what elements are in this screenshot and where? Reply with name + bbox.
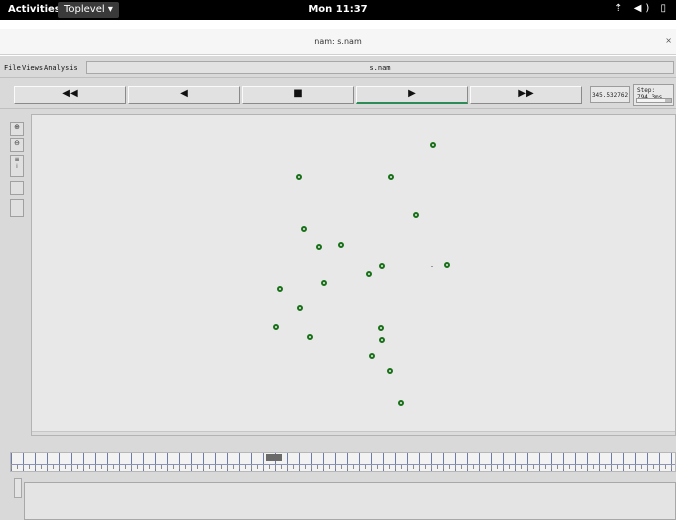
network-node[interactable] [277,286,283,292]
network-node[interactable] [338,242,344,248]
step-control[interactable]: Step: 794.3ms [633,84,674,106]
slider-thumb[interactable] [665,99,671,102]
network-node[interactable] [369,353,375,359]
network-node[interactable] [378,325,384,331]
network-node[interactable] [301,226,307,232]
system-top-bar: Activities Toplevel ▾ Mon 11:37 ⇡ ◀) ▯ [0,0,676,20]
zoom-out-icon[interactable]: ⊖ [10,138,24,152]
network-node[interactable] [388,174,394,180]
transport-controls: ◀◀ ◀ ■ ▶ ▶▶ [0,79,676,109]
fast-forward-button[interactable]: ▶▶ [470,86,582,104]
time-slider-marker[interactable] [266,454,282,461]
network-node[interactable] [387,368,393,374]
network-node[interactable] [379,337,385,343]
vertical-scroll-up[interactable] [10,181,24,195]
network-node[interactable] [273,324,279,330]
menu-views[interactable]: Views [22,64,43,72]
rewind-button[interactable]: ◀◀ [14,86,126,104]
network-node[interactable] [379,263,385,269]
network-node[interactable] [296,174,302,180]
layout-icon[interactable]: ≡ ⁞ [10,155,24,177]
annotation-panel [14,476,676,520]
network-node[interactable] [413,212,419,218]
network-node[interactable] [398,400,404,406]
step-slider[interactable] [636,98,672,103]
network-node[interactable] [297,305,303,311]
clock[interactable]: Mon 11:37 [0,4,676,15]
stop-button[interactable]: ■ [242,86,354,104]
zoom-in-icon[interactable]: ⊕ [10,122,24,136]
timeline-ruler[interactable] [10,452,676,472]
vertical-scroll-thumb[interactable] [10,199,24,217]
menu-bar: File Views Analysis s.nam [0,56,676,78]
network-node[interactable] [430,142,436,148]
file-name-label: s.nam [86,61,674,74]
network-node[interactable] [366,271,372,277]
step-back-button[interactable]: ◀ [128,86,240,104]
window-title-bar[interactable]: nam: s.nam × [0,29,676,55]
horizontal-scrollbar[interactable] [32,431,675,435]
menu-file[interactable]: File [4,64,21,72]
network-node[interactable] [316,244,322,250]
window-title: nam: s.nam [314,37,362,46]
network-node[interactable] [321,280,327,286]
time-display: 345.532762 [590,86,630,103]
annotation-list[interactable] [24,482,676,520]
network-canvas[interactable] [31,114,676,436]
timeline-ticks [11,464,675,469]
network-node[interactable] [307,334,313,340]
status-tray[interactable]: ⇡ ◀) ▯ [614,3,670,14]
play-button[interactable]: ▶ [356,86,468,104]
network-node[interactable] [444,262,450,268]
panel-handle[interactable] [14,478,22,498]
close-icon[interactable]: × [665,36,672,45]
menu-analysis[interactable]: Analysis [44,64,78,72]
packet-dot [431,266,433,267]
